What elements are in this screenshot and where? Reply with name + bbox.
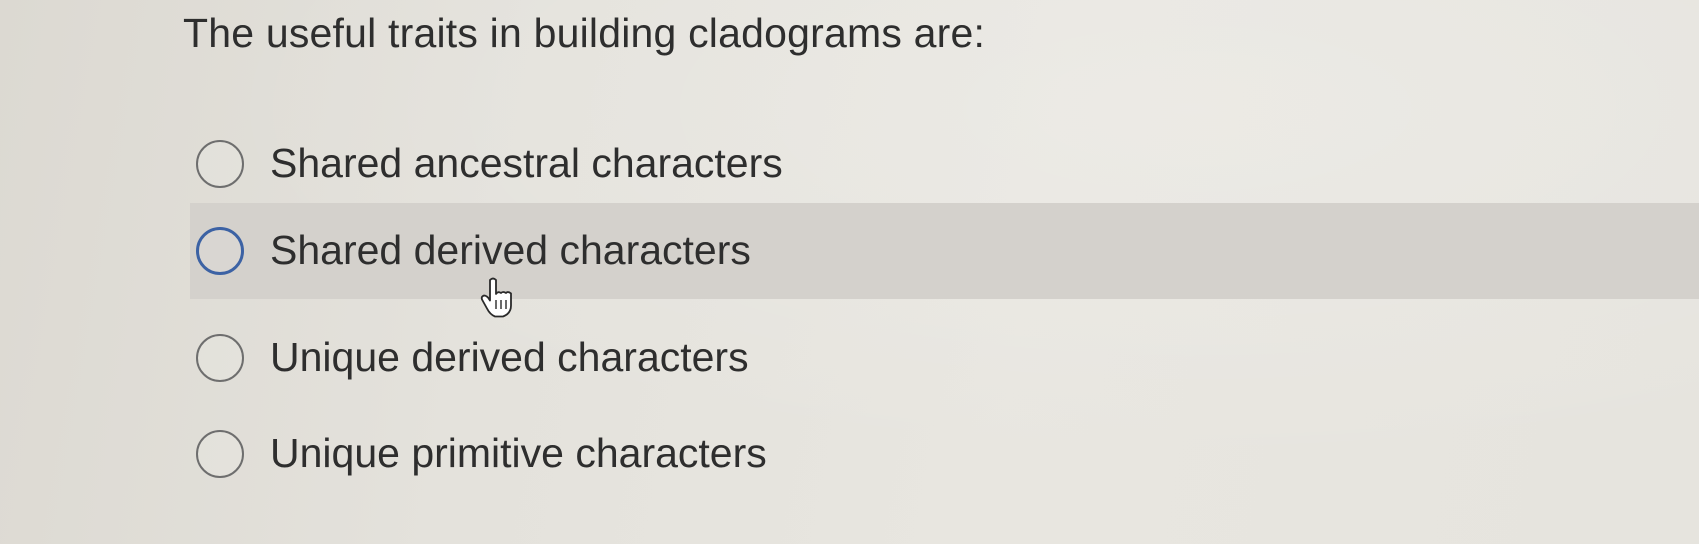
option-label: Unique primitive characters — [270, 430, 767, 476]
radio-button[interactable] — [196, 430, 244, 478]
question-block: The useful traits in building cladograms… — [0, 0, 1699, 544]
option-label: Shared derived characters — [270, 227, 751, 273]
radio-button[interactable] — [196, 140, 244, 188]
option-label: Unique derived characters — [270, 334, 749, 380]
radio-button[interactable] — [196, 334, 244, 382]
answer-options: Shared ancestral characters Shared deriv… — [0, 0, 1699, 544]
option-unique-primitive[interactable]: Unique primitive characters — [190, 406, 1699, 502]
option-unique-derived[interactable]: Unique derived characters — [190, 310, 1699, 406]
radio-button[interactable] — [196, 227, 244, 275]
pointer-hand-icon — [480, 277, 512, 318]
option-shared-ancestral[interactable]: Shared ancestral characters — [190, 116, 1699, 212]
option-label: Shared ancestral characters — [270, 140, 783, 186]
option-shared-derived[interactable]: Shared derived characters — [190, 203, 1699, 299]
